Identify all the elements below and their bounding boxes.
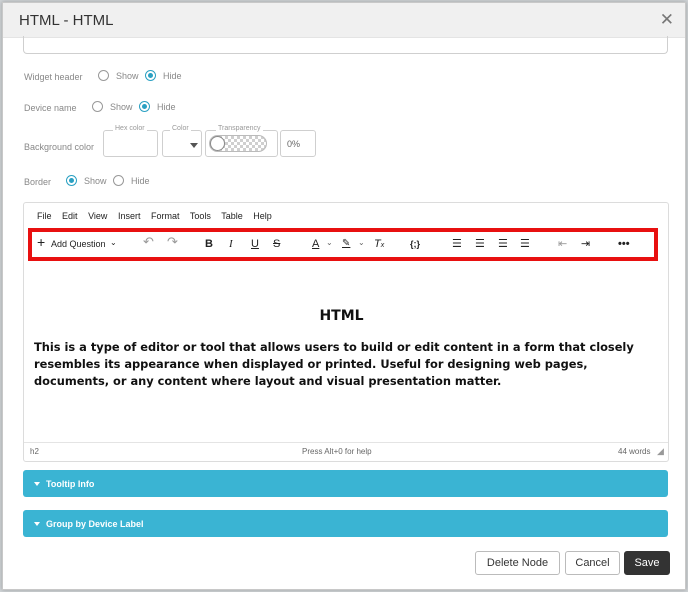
align-center-icon[interactable]: ☰ [475,238,485,250]
strikethrough-icon[interactable]: S [273,238,280,250]
menu-format[interactable]: Format [151,211,180,221]
align-right-icon[interactable]: ☰ [498,238,508,250]
tooltip-info-label: Tooltip Info [46,479,95,489]
word-count[interactable]: 44 words [618,447,650,456]
plus-icon[interactable]: + [37,235,45,249]
content-paragraph: This is a type of editor or tool that al… [34,340,634,388]
device-name-show-radio[interactable] [92,101,103,112]
highlight-color-icon[interactable]: ✎ [342,238,350,250]
bold-icon[interactable]: B [205,238,213,250]
menu-table[interactable]: Table [221,211,243,221]
transparency-track [209,135,267,152]
outdent-icon[interactable]: ⇤ [558,238,567,250]
editor-toolbar: + Add Question ⌄ ↶ ↷ B I U S A ⌄ ✎ ⌄ Tx … [28,228,658,261]
caret-down-icon [34,522,40,526]
border-show-radio[interactable] [66,175,77,186]
border-show-label: Show [84,176,107,186]
chevron-down-icon[interactable]: ⌄ [358,237,365,249]
editor-menubar: File Edit View Insert Format Tools Table… [37,211,280,221]
dialog-header: HTML - HTML ✕ [3,3,685,38]
device-name-hide-radio[interactable] [139,101,150,112]
color-legend: Color [170,125,191,132]
widget-header-hide-label: Hide [163,71,182,81]
color-picker[interactable]: Color [162,125,202,157]
redo-icon[interactable]: ↷ [167,235,178,248]
menu-edit[interactable]: Edit [62,211,78,221]
group-by-device-label-section[interactable]: Group by Device Label [23,510,668,537]
menu-insert[interactable]: Insert [118,211,141,221]
transparency-handle[interactable] [210,136,225,151]
device-name-show-label: Show [110,102,133,112]
previous-field-input[interactable] [23,36,668,54]
delete-node-button[interactable]: Delete Node [475,551,560,575]
hex-color-legend: Hex color [113,125,147,132]
widget-header-hide-radio[interactable] [145,70,156,81]
editor-statusbar: h2 Press Alt+0 for help 44 words ◢ [24,442,668,461]
resize-handle-icon[interactable]: ◢ [657,446,664,457]
transparency-value-input[interactable]: 0% [280,130,316,157]
border-hide-radio[interactable] [113,175,124,186]
indent-icon[interactable]: ⇥ [581,238,590,250]
tooltip-info-section[interactable]: Tooltip Info [23,470,668,497]
save-button[interactable]: Save [624,551,670,575]
editor-content[interactable]: HTML This is a type of editor or tool th… [34,308,649,390]
transparency-legend: Transparency [216,125,263,132]
widget-header-show-radio[interactable] [98,70,109,81]
content-heading: HTML [319,308,364,324]
chevron-down-icon[interactable]: ⌄ [110,237,117,249]
caret-down-icon [190,143,198,148]
undo-icon[interactable]: ↶ [143,235,154,248]
text-color-icon[interactable]: A [312,238,319,250]
insert-variable-icon[interactable]: {;} [410,238,420,250]
element-path[interactable]: h2 [30,447,39,456]
widget-header-show-label: Show [116,71,139,81]
align-left-icon[interactable]: ☰ [452,238,462,250]
dialog-title: HTML - HTML [19,12,114,29]
background-color-label: Background color [24,142,95,152]
device-name-label: Device name [24,103,77,113]
border-label: Border [24,177,52,187]
border-hide-label: Hide [131,176,150,186]
group-by-device-label-label: Group by Device Label [46,519,144,529]
chevron-down-icon[interactable]: ⌄ [326,237,333,249]
more-icon[interactable]: ••• [618,238,630,250]
rich-text-editor: File Edit View Insert Format Tools Table… [23,202,669,462]
help-hint: Press Alt+0 for help [302,447,372,456]
menu-file[interactable]: File [37,211,52,221]
justify-icon[interactable]: ☰ [520,238,530,250]
add-question-button[interactable]: Add Question [51,238,106,250]
underline-icon[interactable]: U [251,238,259,250]
cancel-button[interactable]: Cancel [565,551,620,575]
hex-color-input[interactable]: Hex color [103,125,158,157]
transparency-slider[interactable]: Transparency [205,125,278,157]
menu-tools[interactable]: Tools [190,211,211,221]
clear-formatting-icon[interactable]: Tx [374,238,384,252]
menu-view[interactable]: View [88,211,107,221]
menu-help[interactable]: Help [253,211,272,221]
html-widget-dialog: HTML - HTML ✕ Widget header Show Hide De… [2,2,686,590]
italic-icon[interactable]: I [229,238,233,250]
device-name-hide-label: Hide [157,102,176,112]
caret-down-icon [34,482,40,486]
close-icon[interactable]: ✕ [660,10,674,30]
widget-header-label: Widget header [24,72,83,82]
